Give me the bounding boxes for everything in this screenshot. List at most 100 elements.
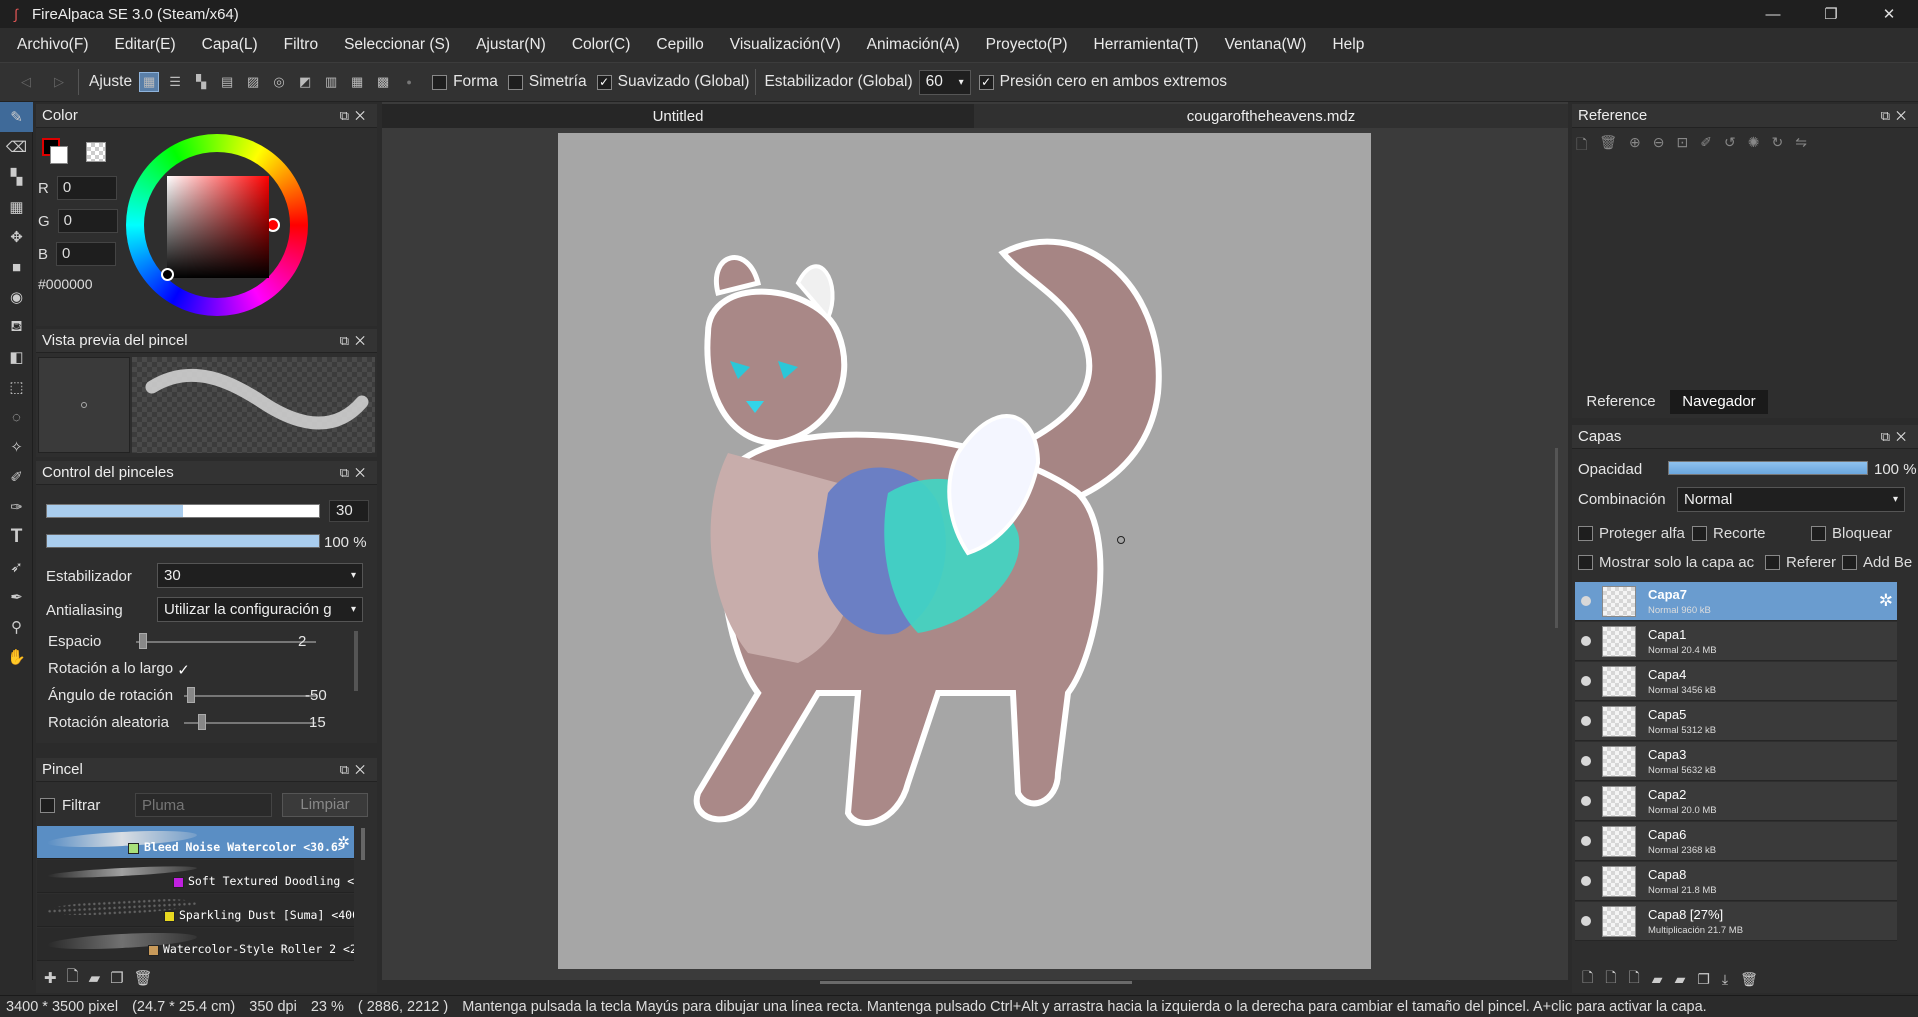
gradient-fill-tool-icon[interactable]: ◉ [0,282,33,312]
eye-icon[interactable] [1581,836,1591,846]
add-brush-icon[interactable]: ✚ [44,969,57,987]
rect-fill-tool-icon[interactable]: ■ [0,252,33,282]
layer-row[interactable]: Capa6 Normal 2368 kB [1575,822,1897,861]
snap-curve-icon[interactable]: ◩ [295,72,315,92]
gradient-tool-icon[interactable]: ◧ [0,342,33,372]
menu-help[interactable]: Help [1319,36,1377,54]
sv-handle[interactable] [161,268,174,281]
clipping-checkbox[interactable] [1692,526,1707,541]
layer-row[interactable]: Capa4 Normal 3456 kB [1575,662,1897,701]
new-folder-icon[interactable]: ▰ [1652,971,1663,988]
close-button[interactable]: ✕ [1860,0,1918,28]
layer-row[interactable]: Capa7 Normal 960 kB ✲ [1575,582,1897,621]
brush-opacity-slider[interactable] [46,534,320,548]
panel-controls-icon[interactable]: ⧉✕ [340,108,371,124]
eye-icon[interactable] [1581,716,1591,726]
brush-list-scrollbar[interactable] [361,828,365,860]
horizontal-scrollbar[interactable] [820,981,1132,984]
layer-row[interactable]: Capa3 Normal 5632 kB [1575,742,1897,781]
dot-tool-icon[interactable]: ▚ [0,162,33,192]
operation-tool-icon[interactable]: ➶ [0,552,33,582]
menu-editar[interactable]: Editar(E) [101,36,188,54]
menu-seleccionar[interactable]: Seleccionar (S) [331,36,463,54]
folder-icon[interactable]: ▰ [1675,971,1686,988]
eyedropper-icon[interactable]: ✐ [1700,134,1712,158]
brush-tool-icon[interactable]: ✎ [0,102,33,132]
brush-item[interactable]: Watercolor-Style Roller 2 <200> [37,928,354,961]
magic-wand-tool-icon[interactable]: ✧ [0,432,33,462]
saturation-value-square[interactable] [161,176,269,281]
lasso-tool-icon[interactable]: ◌ [0,402,33,432]
menu-color[interactable]: Color(C) [559,36,644,54]
new-8bit-layer-icon[interactable]: 🗋 [1605,967,1616,991]
panel-controls-icon[interactable]: ⧉✕ [1881,108,1912,124]
brush-size-value[interactable]: 30 [329,500,369,522]
brush-control-scrollbar[interactable] [354,631,358,691]
eye-icon[interactable] [1581,796,1591,806]
rotate-left-icon[interactable]: ↺ [1724,134,1736,158]
reference-checkbox[interactable] [1765,555,1780,570]
menu-cepillo[interactable]: Cepillo [643,36,716,54]
rotacion-largo-checkbox[interactable]: ✓ [176,662,191,679]
reset-rotation-icon[interactable]: ✺ [1748,134,1760,158]
eye-icon[interactable] [1581,676,1591,686]
transparent-color-swatch[interactable] [86,142,106,162]
menu-ventana[interactable]: Ventana(W) [1212,36,1320,54]
tab-navigator[interactable]: Navegador [1670,390,1768,414]
document-canvas[interactable] [558,133,1371,969]
move-tool-icon[interactable]: ✥ [0,222,33,252]
select-pen-tool-icon[interactable]: ✐ [0,462,33,492]
layer-row[interactable]: Capa8 [27%] Multiplicación 21.7 MB [1575,902,1897,941]
panel-controls-icon[interactable]: ⧉✕ [340,465,371,481]
b-input[interactable]: 0 [56,242,117,266]
divide-tool-icon[interactable]: ✒ [0,582,33,612]
gear-icon[interactable]: ✲ [337,833,350,851]
undo-icon[interactable]: ◁ [16,72,36,92]
tab-untitled[interactable]: Untitled [382,104,974,128]
angulo-knob[interactable] [187,687,195,703]
eye-icon[interactable] [1581,756,1591,766]
delete-layer-icon[interactable]: 🗑 [1740,971,1758,988]
zoom-out-icon[interactable]: ⊖ [1653,134,1665,158]
text-tool-icon[interactable]: T [0,522,33,552]
menu-herramienta[interactable]: Herramienta(T) [1081,36,1212,54]
estabilizador-global-select[interactable]: 60 ▾ [918,69,971,95]
presion-checkbox[interactable]: ✓ [978,74,994,90]
menu-visualizacion[interactable]: Visualización(V) [717,36,854,54]
eye-icon[interactable] [1581,916,1591,926]
layer-opacity-slider[interactable] [1668,461,1868,475]
tab-reference[interactable]: Reference [1572,390,1670,414]
snap-3point-icon[interactable]: ▦ [347,72,367,92]
delete-brush-icon[interactable]: 🗑 [134,969,153,987]
protect-alpha-checkbox[interactable] [1578,526,1593,541]
add-be-checkbox[interactable] [1842,555,1857,570]
delete-reference-icon[interactable]: 🗑 [1599,134,1617,158]
new-reference-icon[interactable]: 🗋 [1576,134,1587,158]
blend-mode-select[interactable]: Normal ▾ [1677,487,1905,512]
background-color-swatch[interactable] [50,146,68,164]
clear-button[interactable]: Limpiar [282,793,368,817]
layer-row[interactable]: Capa5 Normal 5312 kB [1575,702,1897,741]
brush-size-slider[interactable] [46,504,320,518]
lock-checkbox[interactable] [1811,526,1826,541]
folder-icon[interactable]: ▰ [89,969,101,987]
new-brush-icon[interactable]: 🗋 [67,966,79,991]
grid-tool-icon[interactable]: ▦ [0,192,33,222]
snap-cross-icon[interactable]: ▚ [191,72,211,92]
estabilizador-select[interactable]: 30 ▾ [157,563,363,588]
brush-item[interactable]: Sparkling Dust [Suma] <400> [37,894,354,927]
menu-ajustar[interactable]: Ajustar(N) [463,36,559,54]
zoom-fit-icon[interactable]: ⊡ [1677,134,1689,158]
brush-search-input[interactable] [135,793,272,817]
vertical-scrollbar[interactable] [1555,448,1558,628]
snap-perspective-icon[interactable]: ▥ [321,72,341,92]
menu-proyecto[interactable]: Proyecto(P) [973,36,1081,54]
espacio-slider[interactable] [136,641,316,643]
eyedropper-tool-icon[interactable]: ⚲ [0,612,33,642]
zoom-in-icon[interactable]: ⊕ [1629,134,1641,158]
duplicate-icon[interactable]: ❐ [110,969,123,987]
menu-capa[interactable]: Capa(L) [189,36,271,54]
menu-archivo[interactable]: Archivo(F) [4,36,101,54]
merge-down-icon[interactable]: ⤓ [1722,971,1728,988]
snap-diagonal-icon[interactable]: ▨ [243,72,263,92]
